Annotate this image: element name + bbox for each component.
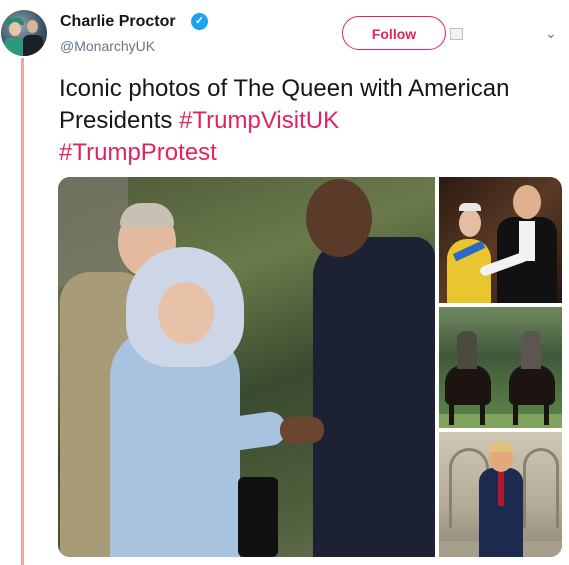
author-name[interactable]: Charlie Proctor bbox=[60, 13, 176, 31]
avatar-face bbox=[27, 20, 38, 33]
photo-figure bbox=[513, 399, 549, 425]
thread-line bbox=[21, 58, 24, 565]
avatar-figure bbox=[23, 35, 43, 56]
photo-queen-obama[interactable] bbox=[58, 177, 435, 557]
photo-figure bbox=[457, 331, 477, 369]
photo-figure bbox=[489, 442, 513, 452]
chevron-down-icon[interactable]: ⌄ bbox=[545, 25, 557, 42]
verified-badge-icon: ✓ bbox=[191, 13, 208, 30]
hashtag-link[interactable]: #TrumpVisitUK bbox=[179, 107, 339, 134]
photo-queen-ford-dance[interactable] bbox=[439, 177, 562, 303]
hashtag-link[interactable]: #TrumpProtest bbox=[59, 139, 217, 166]
photo-figure bbox=[238, 477, 278, 557]
author-handle[interactable]: @MonarchyUK bbox=[60, 38, 155, 54]
photo-figure bbox=[498, 472, 504, 506]
tweet-text: Iconic photos of The Queen with American… bbox=[59, 73, 529, 169]
photo-figure bbox=[521, 331, 541, 369]
photo-background bbox=[523, 448, 559, 528]
photo-figure bbox=[513, 185, 541, 219]
photo-figure bbox=[158, 282, 214, 344]
avatar-figure bbox=[4, 38, 24, 56]
photo-figure bbox=[120, 203, 174, 227]
follow-button[interactable]: Follow bbox=[342, 16, 446, 50]
avatar-face bbox=[9, 22, 21, 36]
photo-figure bbox=[449, 399, 485, 425]
photo-background bbox=[58, 177, 128, 287]
media-grid bbox=[58, 177, 562, 557]
photo-queen-reagan-horseback[interactable] bbox=[439, 307, 562, 428]
photo-figure bbox=[280, 417, 324, 443]
photo-trump-castle[interactable] bbox=[439, 432, 562, 557]
avatar[interactable] bbox=[1, 10, 47, 56]
photo-figure bbox=[459, 203, 481, 211]
photo-figure bbox=[459, 209, 481, 237]
broken-image-icon bbox=[450, 28, 463, 40]
photo-figure bbox=[306, 179, 372, 257]
photo-figure bbox=[313, 237, 435, 557]
